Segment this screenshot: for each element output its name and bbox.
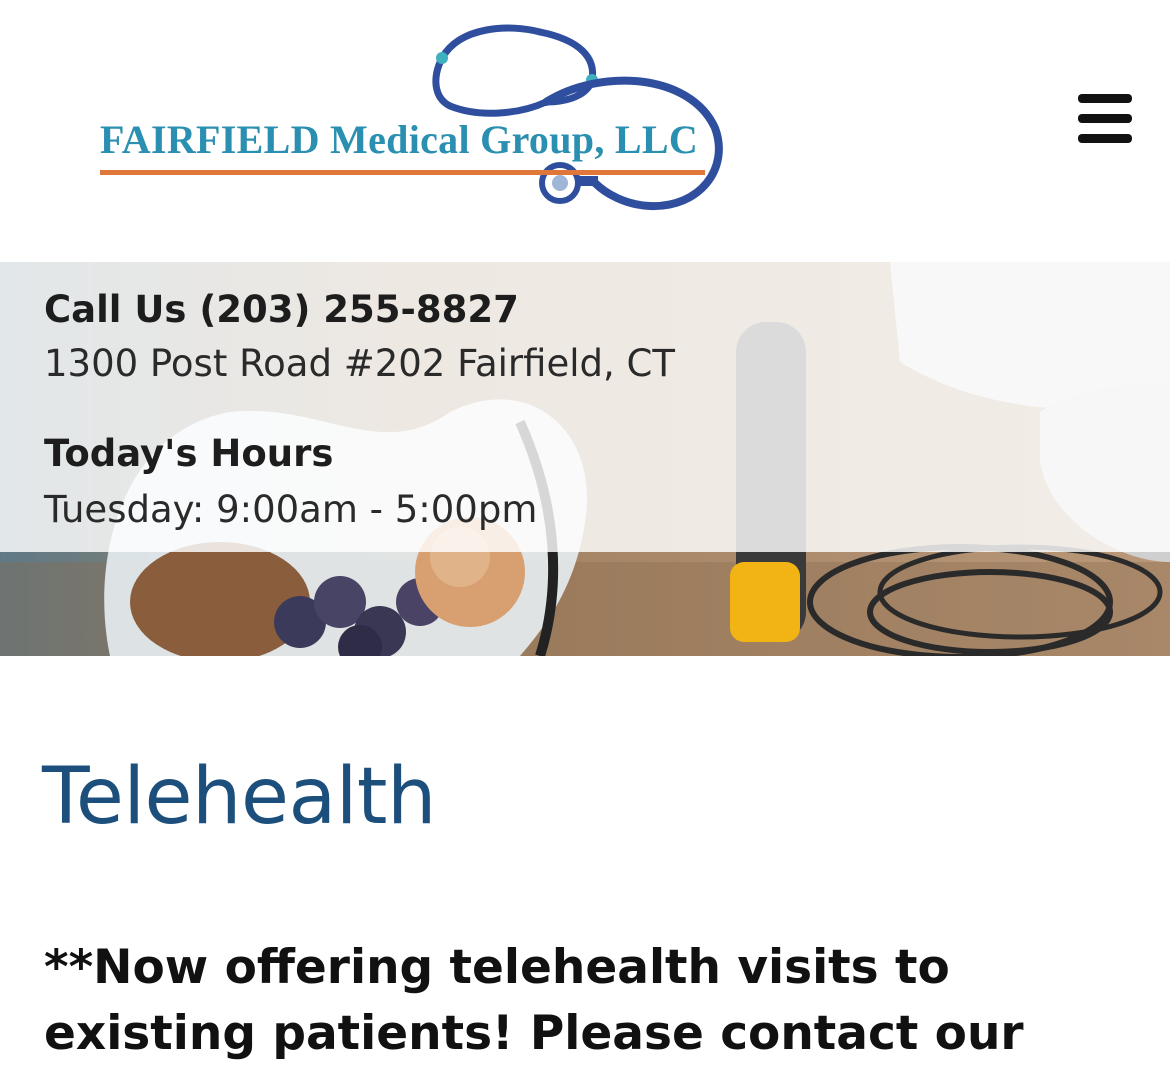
logo-underline xyxy=(100,170,705,175)
hours-value: Tuesday: 9:00am - 5:00pm xyxy=(44,488,538,531)
logo[interactable]: FAIRFIELD Medical Group, LLC xyxy=(40,18,740,233)
phone-link[interactable]: Call Us (203) 255-8827 xyxy=(44,288,519,331)
address-text: 1300 Post Road #202 Fairfield, CT xyxy=(44,342,675,385)
telehealth-announcement: **Now offering telehealth visits to exis… xyxy=(44,940,1024,1061)
page-title: Telehealth xyxy=(42,752,436,842)
contact-info-panel: Call Us (203) 255-8827 1300 Post Road #2… xyxy=(0,262,1170,552)
contact-banner: Call Us (203) 255-8827 1300 Post Road #2… xyxy=(0,262,1170,656)
logo-text: FAIRFIELD Medical Group, LLC xyxy=(100,117,699,162)
hours-label: Today's Hours xyxy=(44,432,334,475)
menu-bar xyxy=(1078,94,1132,103)
hamburger-menu-icon[interactable] xyxy=(1072,90,1138,148)
site-header: FAIRFIELD Medical Group, LLC xyxy=(0,0,1170,262)
menu-bar xyxy=(1078,114,1132,123)
menu-bar xyxy=(1078,134,1132,143)
